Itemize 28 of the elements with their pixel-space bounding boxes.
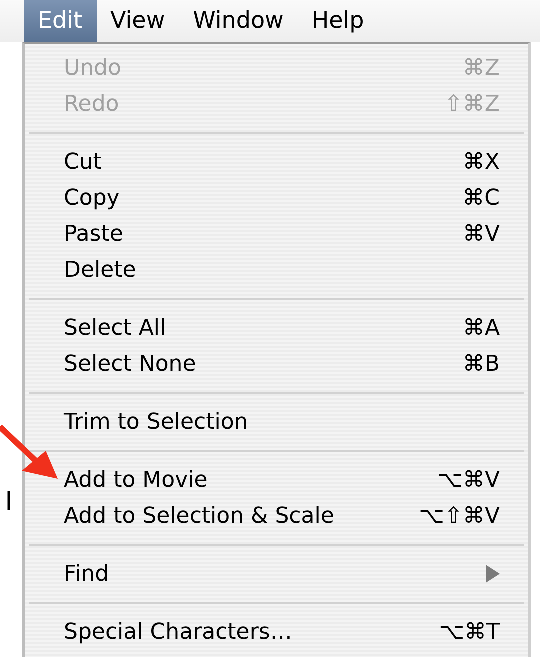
menu-item[interactable]: Cut ⌘X	[25, 144, 528, 180]
menu-item[interactable]: Delete	[25, 252, 528, 288]
shortcut-text: ⌥⌘V	[438, 468, 500, 492]
menu-item[interactable]: Add to Selection & Scale ⌥⇧⌘V	[25, 498, 528, 534]
menu-item[interactable]: Paste ⌘V	[25, 216, 528, 252]
menu-bar-item[interactable]: Help	[298, 0, 378, 42]
shortcut-text: ⌘C	[462, 186, 500, 210]
menu-bar-item[interactable]: View	[96, 0, 180, 42]
shortcut-text: ⇧⌘Z	[444, 92, 500, 116]
menu-item[interactable]: Find	[25, 556, 528, 592]
menu-item[interactable]: Select All ⌘A	[25, 310, 528, 346]
shortcut-text: ⌘A	[462, 316, 500, 340]
shortcut-text: ⌘V	[462, 222, 500, 246]
pointer-arrow	[0, 425, 58, 479]
menu-item[interactable]: Trim to Selection	[25, 404, 528, 440]
shortcut-text: ⌥⌘T	[439, 620, 500, 644]
menu-item[interactable]: Special Characters… ⌥⌘T	[25, 614, 528, 650]
shortcut-text: ⌥⇧⌘V	[419, 504, 500, 528]
side-text: l	[6, 486, 12, 517]
menu-bar-item[interactable]: Edit	[24, 0, 97, 42]
menu-item[interactable]: Add to Movie ⌥⌘V	[25, 462, 528, 498]
shortcut-text: ⌘B	[462, 352, 500, 376]
shortcut-text: ⌘Z	[462, 56, 500, 80]
menu-bar-item[interactable]: Window	[179, 0, 298, 42]
menu-item[interactable]: Copy ⌘C	[25, 180, 528, 216]
submenu-arrow-icon	[486, 565, 500, 583]
menu-item[interactable]: Select None ⌘B	[25, 346, 528, 382]
shortcut-text: ⌘X	[462, 150, 500, 174]
